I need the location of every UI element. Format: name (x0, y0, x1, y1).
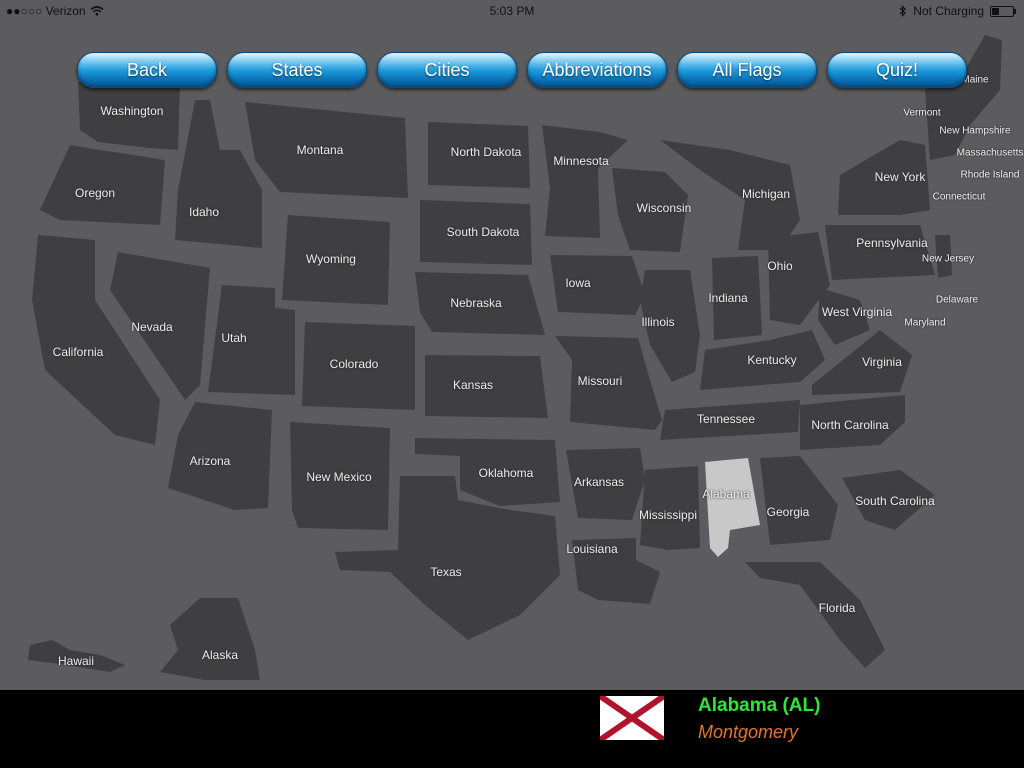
label-idaho: Idaho (188, 205, 220, 219)
label-south-carolina: South Carolina (855, 494, 935, 508)
label-washington: Washington (100, 104, 164, 118)
label-iowa: Iowa (565, 276, 591, 290)
label-alabama: Alabama (702, 487, 750, 501)
selected-state-capital: Montgomery (698, 722, 799, 742)
status-time: 5:03 PM (489, 4, 535, 18)
label-missouri: Missouri (577, 374, 623, 388)
quiz-button[interactable]: Quiz! (827, 52, 967, 88)
label-new-hampshire: New Hampshire (939, 125, 1011, 137)
label-kentucky: Kentucky (747, 353, 797, 367)
label-virginia: Virginia (862, 355, 902, 369)
state-alaska[interactable] (160, 598, 260, 680)
selected-state-name: Alabama (AL) (698, 695, 821, 716)
label-west-virginia: West Virginia (821, 305, 893, 319)
label-georgia: Georgia (766, 505, 810, 519)
battery-icon (990, 5, 1016, 17)
state-alabama[interactable] (705, 458, 760, 557)
label-mississippi: Mississippi (638, 508, 698, 522)
cities-button[interactable]: Cities (377, 52, 517, 88)
label-wyoming: Wyoming (306, 252, 356, 266)
label-minnesota: Minnesota (553, 154, 609, 168)
bluetooth-icon (899, 5, 907, 17)
label-new-mexico: New Mexico (306, 470, 372, 484)
label-michigan: Michigan (741, 187, 791, 201)
label-new-york: New York (874, 170, 926, 184)
state-georgia[interactable] (760, 456, 838, 545)
label-indiana: Indiana (708, 291, 748, 305)
label-texas: Texas (430, 565, 462, 579)
label-new-jersey: New Jersey (921, 253, 975, 265)
label-wisconsin: Wisconsin (636, 201, 692, 215)
abbreviations-button[interactable]: Abbreviations (527, 52, 667, 88)
label-arkansas: Arkansas (573, 475, 625, 489)
states-button[interactable]: States (227, 52, 367, 88)
label-nebraska: Nebraska (450, 296, 502, 310)
label-pennsylvania: Pennsylvania (856, 236, 928, 250)
alabama-flag-icon (600, 696, 664, 740)
label-maryland: Maryland (904, 317, 946, 329)
label-tennessee: Tennessee (696, 412, 756, 426)
label-ohio: Ohio (767, 259, 793, 273)
state-florida[interactable] (745, 562, 885, 668)
info-bar (0, 690, 1024, 768)
label-california: California (52, 345, 104, 359)
label-illinois: Illinois (641, 315, 675, 329)
label-alaska: Alaska (201, 648, 239, 662)
state-pennsylvania[interactable] (825, 225, 935, 280)
back-button[interactable]: Back (77, 52, 217, 88)
label-north-carolina: North Carolina (811, 418, 889, 432)
label-connecticut: Connecticut (932, 191, 986, 203)
label-arizona: Arizona (189, 454, 231, 468)
label-vermont: Vermont (903, 107, 941, 119)
label-south-dakota: South Dakota (446, 225, 520, 239)
label-kansas: Kansas (452, 378, 494, 392)
label-florida: Florida (818, 601, 856, 615)
all-flags-button[interactable]: All Flags (677, 52, 817, 88)
label-massachusetts: Massachusetts (956, 147, 1024, 159)
state-iowa[interactable] (550, 255, 645, 315)
label-oregon: Oregon (74, 186, 116, 200)
label-nevada: Nevada (131, 320, 173, 334)
label-rhode-island: Rhode Island (960, 169, 1020, 181)
state-oregon[interactable] (40, 145, 165, 225)
label-delaware: Delaware (935, 294, 979, 306)
label-louisiana: Louisiana (566, 542, 618, 556)
label-hawaii: Hawaii (57, 654, 95, 668)
label-colorado: Colorado (329, 357, 379, 371)
charging-status: Not Charging (913, 4, 984, 18)
status-bar: ●●○○○ Verizon 5:03 PM Not Charging (0, 0, 1024, 22)
label-oklahoma: Oklahoma (478, 466, 534, 480)
label-utah: Utah (221, 331, 247, 345)
label-north-dakota: North Dakota (450, 145, 522, 159)
label-montana: Montana (296, 143, 344, 157)
